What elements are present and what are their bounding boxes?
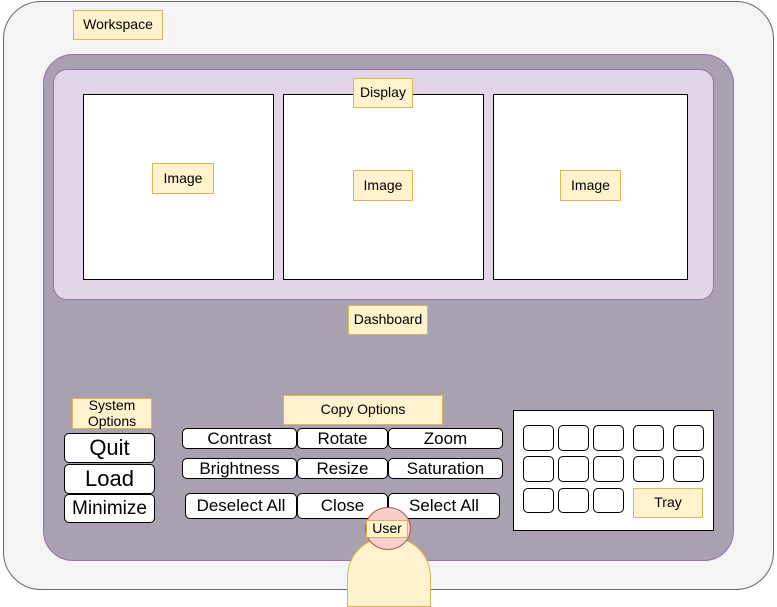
display-label: Display: [353, 78, 413, 108]
tray-slot[interactable]: [593, 456, 624, 482]
zoom-button[interactable]: Zoom: [388, 428, 503, 449]
tray-slot[interactable]: [523, 425, 554, 451]
tray-slot[interactable]: [633, 425, 664, 451]
minimize-button[interactable]: Minimize: [64, 494, 155, 523]
saturation-button[interactable]: Saturation: [388, 458, 503, 479]
deselect-all-button[interactable]: Deselect All: [185, 493, 297, 519]
workspace-label: Workspace: [73, 10, 163, 40]
tray-slot[interactable]: [633, 456, 664, 482]
copy-options-label: Copy Options: [283, 395, 443, 425]
tray-label: Tray: [633, 488, 703, 518]
load-button[interactable]: Load: [64, 464, 155, 494]
tray-slot[interactable]: [673, 425, 704, 451]
tray-slot[interactable]: [558, 488, 589, 513]
tray-slot[interactable]: [593, 425, 624, 451]
rotate-button[interactable]: Rotate: [297, 428, 388, 449]
resize-button[interactable]: Resize: [297, 458, 388, 479]
quit-button[interactable]: Quit: [64, 433, 155, 463]
tray-slot[interactable]: [673, 456, 704, 482]
image-label-1: Image: [152, 163, 214, 194]
brightness-button[interactable]: Brightness: [182, 458, 297, 479]
tray-slot[interactable]: [523, 488, 554, 513]
tray-slot[interactable]: [593, 488, 624, 513]
image-label-2: Image: [353, 170, 413, 201]
dashboard-label: Dashboard: [348, 305, 428, 335]
system-options-label: System Options: [72, 397, 152, 429]
contrast-button[interactable]: Contrast: [182, 428, 297, 449]
user-label: User: [366, 520, 408, 538]
tray-slot[interactable]: [558, 456, 589, 482]
tray-slot[interactable]: [558, 425, 589, 451]
tray-slot[interactable]: [523, 456, 554, 482]
image-label-3: Image: [560, 170, 621, 201]
